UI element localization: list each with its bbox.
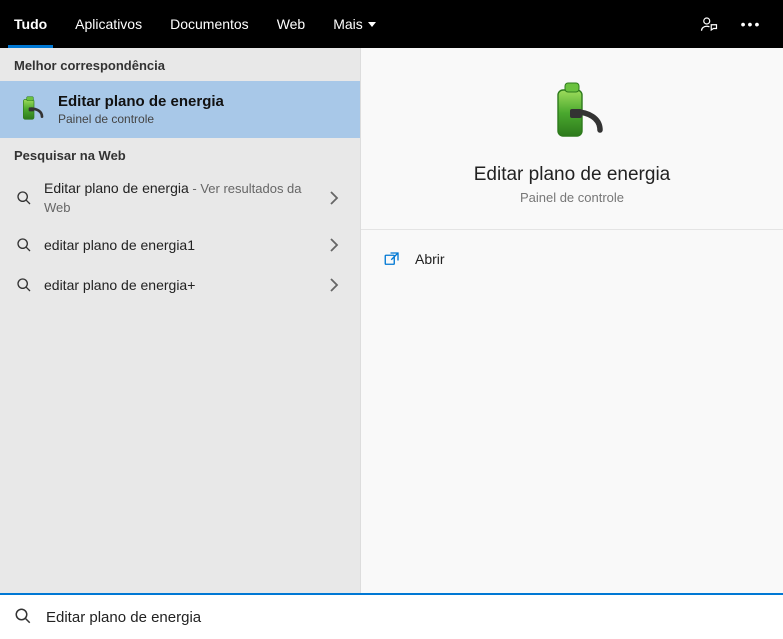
tab-label: Aplicativos [75, 16, 142, 32]
best-match-subtitle: Painel de controle [58, 112, 224, 126]
open-icon [383, 250, 401, 268]
top-tab-bar: Tudo Aplicativos Documentos Web Mais ••• [0, 0, 783, 48]
tab-documentos[interactable]: Documentos [156, 0, 263, 48]
search-bar [0, 593, 783, 639]
web-result-text: Editar plano de energia - Ver resultados… [44, 179, 310, 217]
web-result-title: editar plano de energia+ [44, 277, 195, 293]
best-match-item[interactable]: Editar plano de energia Painel de contro… [0, 81, 360, 138]
web-result-title: Editar plano de energia [44, 180, 189, 196]
search-icon [16, 237, 32, 253]
best-match-header: Melhor correspondência [0, 48, 360, 81]
detail-hero: Editar plano de energia Painel de contro… [361, 48, 783, 230]
tabs-container: Tudo Aplicativos Documentos Web Mais [0, 0, 390, 48]
tab-label: Web [277, 16, 306, 32]
chevron-down-icon [368, 22, 376, 27]
more-options-icon[interactable]: ••• [733, 6, 769, 42]
web-result-item[interactable]: editar plano de energia+ [0, 265, 360, 305]
open-label: Abrir [415, 251, 445, 267]
tab-label: Tudo [14, 16, 47, 32]
chevron-right-icon[interactable] [322, 191, 346, 205]
chevron-right-icon[interactable] [322, 238, 346, 252]
chevron-right-icon[interactable] [322, 278, 346, 292]
detail-panel: Editar plano de energia Painel de contro… [361, 48, 783, 593]
content-area: Melhor correspondência [0, 48, 783, 593]
detail-subtitle: Painel de controle [520, 190, 624, 205]
search-input[interactable] [46, 609, 769, 626]
web-result-text: editar plano de energia1 [44, 236, 310, 255]
search-icon [16, 277, 32, 293]
results-panel: Melhor correspondência [0, 48, 361, 593]
web-section-header: Pesquisar na Web [0, 138, 360, 171]
best-match-title: Editar plano de energia [58, 93, 224, 110]
search-icon [16, 190, 32, 206]
tab-label: Mais [333, 16, 363, 32]
tab-mais[interactable]: Mais [319, 0, 390, 48]
tab-aplicativos[interactable]: Aplicativos [61, 0, 156, 48]
tab-tudo[interactable]: Tudo [0, 0, 61, 48]
top-right-controls: ••• [691, 6, 775, 42]
detail-actions: Abrir [361, 230, 783, 288]
battery-plug-icon [536, 78, 608, 150]
best-match-text: Editar plano de energia Painel de contro… [58, 93, 224, 126]
web-result-item[interactable]: Editar plano de energia - Ver resultados… [0, 171, 360, 225]
feedback-icon[interactable] [691, 6, 727, 42]
ellipsis-icon: ••• [741, 16, 762, 32]
detail-title: Editar plano de energia [474, 164, 670, 186]
tab-label: Documentos [170, 16, 249, 32]
tab-web[interactable]: Web [263, 0, 320, 48]
open-action[interactable]: Abrir [379, 242, 765, 276]
battery-plug-icon [14, 94, 46, 126]
web-result-text: editar plano de energia+ [44, 276, 310, 295]
web-result-item[interactable]: editar plano de energia1 [0, 225, 360, 265]
search-icon [14, 607, 32, 628]
web-result-title: editar plano de energia1 [44, 237, 195, 253]
